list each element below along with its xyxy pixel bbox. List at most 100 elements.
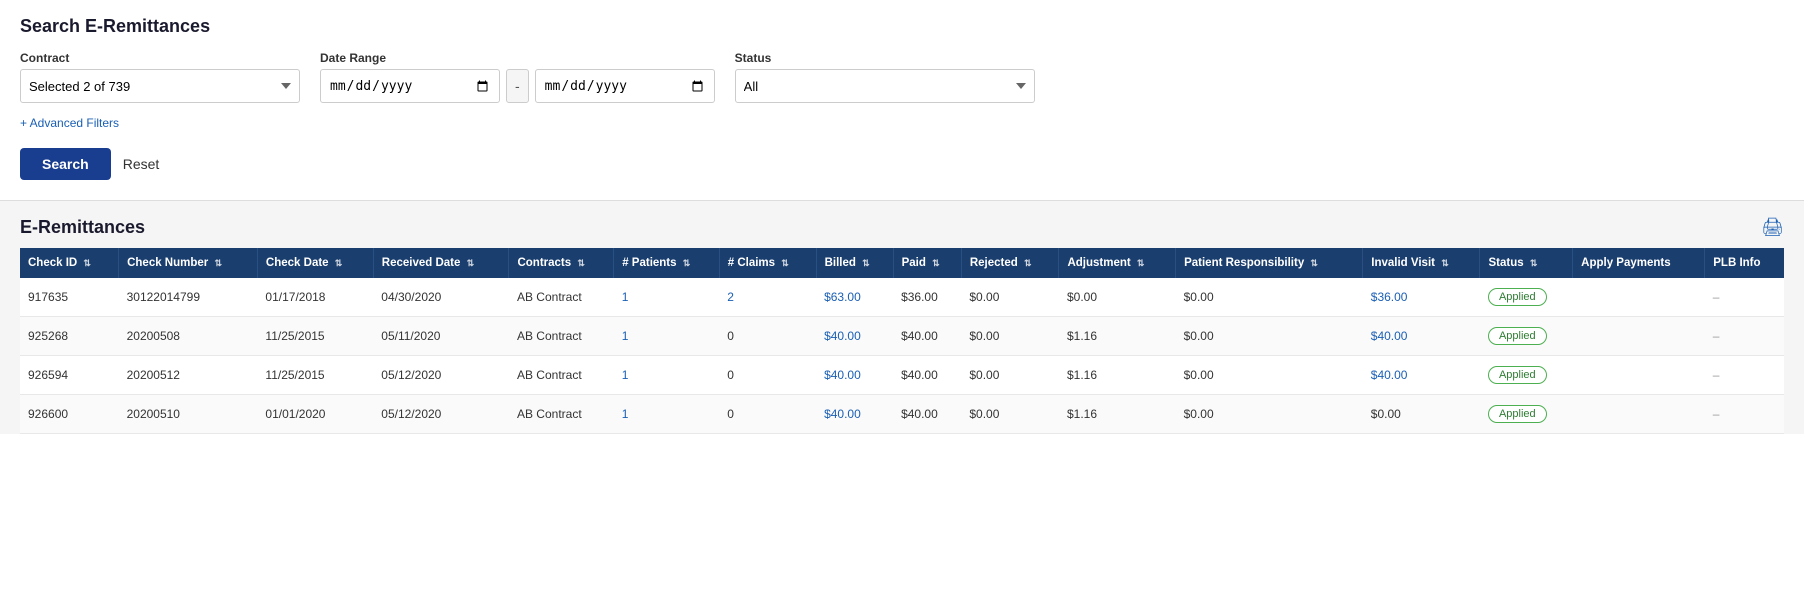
contract-group: Contract Selected 2 of 739: [20, 51, 300, 103]
cell-billed: $40.00: [816, 317, 893, 356]
col-plb-info: PLB Info: [1705, 248, 1784, 278]
search-title: Search E-Remittances: [20, 16, 1784, 37]
date-inputs: -: [320, 69, 715, 103]
cell-status: Applied: [1480, 395, 1573, 434]
cell-apply-payments: [1573, 395, 1705, 434]
cell-check-id: 926594: [20, 356, 119, 395]
cell-received-date: 05/12/2020: [373, 395, 509, 434]
cell-paid: $40.00: [893, 356, 961, 395]
cell-invalid-visit: $36.00: [1363, 278, 1480, 317]
button-row: Search Reset: [20, 148, 1784, 180]
col-check-id[interactable]: Check ID ⇅: [20, 248, 119, 278]
billed-link[interactable]: $40.00: [824, 329, 861, 343]
cell-billed: $40.00: [816, 356, 893, 395]
cell-check-date: 01/01/2020: [257, 395, 373, 434]
table-section: E-Remittances 🖨 Check ID ⇅ Check Number …: [0, 201, 1804, 434]
patients-link[interactable]: 1: [622, 290, 629, 304]
billed-link[interactable]: $63.00: [824, 290, 861, 304]
date-to-input[interactable]: [535, 69, 715, 103]
reset-button[interactable]: Reset: [123, 156, 160, 172]
status-select[interactable]: AllAppliedUnapplied: [735, 69, 1035, 103]
cell-check-date: 11/25/2015: [257, 356, 373, 395]
table-body: 917635 30122014799 01/17/2018 04/30/2020…: [20, 278, 1784, 434]
status-group: Status AllAppliedUnapplied: [735, 51, 1035, 103]
table-row: 917635 30122014799 01/17/2018 04/30/2020…: [20, 278, 1784, 317]
status-badge: Applied: [1488, 327, 1547, 345]
cell-check-number: 20200510: [119, 395, 258, 434]
cell-plb-info: –: [1705, 395, 1784, 434]
cell-received-date: 05/11/2020: [373, 317, 509, 356]
cell-status: Applied: [1480, 356, 1573, 395]
col-num-patients[interactable]: # Patients ⇅: [614, 248, 720, 278]
cell-check-number: 20200512: [119, 356, 258, 395]
cell-invalid-visit: $40.00: [1363, 356, 1480, 395]
cell-paid: $40.00: [893, 317, 961, 356]
contract-select[interactable]: Selected 2 of 739: [20, 69, 300, 103]
cell-contracts: AB Contract: [509, 278, 614, 317]
status-label: Status: [735, 51, 1035, 65]
patients-link[interactable]: 1: [622, 329, 629, 343]
col-num-claims[interactable]: # Claims ⇅: [719, 248, 816, 278]
col-check-number[interactable]: Check Number ⇅: [119, 248, 258, 278]
status-badge: Applied: [1488, 366, 1547, 384]
cell-check-number: 20200508: [119, 317, 258, 356]
cell-adjustment: $1.16: [1059, 356, 1176, 395]
patients-link[interactable]: 1: [622, 407, 629, 421]
cell-apply-payments: [1573, 317, 1705, 356]
claims-link[interactable]: 2: [727, 290, 734, 304]
col-rejected[interactable]: Rejected ⇅: [961, 248, 1059, 278]
col-status[interactable]: Status ⇅: [1480, 248, 1573, 278]
invalid-visit-link[interactable]: $36.00: [1371, 290, 1408, 304]
cell-num-claims: 0: [719, 395, 816, 434]
invalid-visit-link[interactable]: $40.00: [1371, 368, 1408, 382]
cell-patient-responsibility: $0.00: [1176, 278, 1363, 317]
date-from-input[interactable]: [320, 69, 500, 103]
billed-link[interactable]: $40.00: [824, 368, 861, 382]
cell-num-patients: 1: [614, 395, 720, 434]
col-received-date[interactable]: Received Date ⇅: [373, 248, 509, 278]
col-patient-responsibility[interactable]: Patient Responsibility ⇅: [1176, 248, 1363, 278]
cell-check-id: 926600: [20, 395, 119, 434]
table-header-row: E-Remittances 🖨: [20, 217, 1784, 238]
cell-contracts: AB Contract: [509, 395, 614, 434]
status-badge: Applied: [1488, 405, 1547, 423]
col-contracts[interactable]: Contracts ⇅: [509, 248, 614, 278]
status-badge: Applied: [1488, 288, 1547, 306]
cell-adjustment: $1.16: [1059, 317, 1176, 356]
billed-link[interactable]: $40.00: [824, 407, 861, 421]
cell-contracts: AB Contract: [509, 317, 614, 356]
cell-billed: $40.00: [816, 395, 893, 434]
cell-plb-info: –: [1705, 356, 1784, 395]
advanced-filters-link[interactable]: + Advanced Filters: [20, 116, 119, 130]
cell-plb-info: –: [1705, 278, 1784, 317]
filter-row: Contract Selected 2 of 739 Date Range - …: [20, 51, 1784, 103]
col-paid[interactable]: Paid ⇅: [893, 248, 961, 278]
print-icon[interactable]: 🖨: [1761, 217, 1784, 238]
col-apply-payments: Apply Payments: [1573, 248, 1705, 278]
col-billed[interactable]: Billed ⇅: [816, 248, 893, 278]
cell-paid: $40.00: [893, 395, 961, 434]
date-range-label: Date Range: [320, 51, 715, 65]
cell-num-patients: 1: [614, 356, 720, 395]
cell-num-claims: 0: [719, 356, 816, 395]
cell-check-id: 917635: [20, 278, 119, 317]
cell-status: Applied: [1480, 317, 1573, 356]
col-check-date[interactable]: Check Date ⇅: [257, 248, 373, 278]
cell-num-patients: 1: [614, 317, 720, 356]
cell-rejected: $0.00: [961, 278, 1059, 317]
table-title: E-Remittances: [20, 217, 145, 238]
invalid-visit-link[interactable]: $40.00: [1371, 329, 1408, 343]
cell-received-date: 04/30/2020: [373, 278, 509, 317]
cell-check-number: 30122014799: [119, 278, 258, 317]
cell-rejected: $0.00: [961, 395, 1059, 434]
cell-adjustment: $1.16: [1059, 395, 1176, 434]
cell-apply-payments: [1573, 278, 1705, 317]
col-invalid-visit[interactable]: Invalid Visit ⇅: [1363, 248, 1480, 278]
search-button[interactable]: Search: [20, 148, 111, 180]
table-header-row-columns: Check ID ⇅ Check Number ⇅ Check Date ⇅ R…: [20, 248, 1784, 278]
cell-rejected: $0.00: [961, 356, 1059, 395]
cell-status: Applied: [1480, 278, 1573, 317]
col-adjustment[interactable]: Adjustment ⇅: [1059, 248, 1176, 278]
patients-link[interactable]: 1: [622, 368, 629, 382]
cell-num-claims: 2: [719, 278, 816, 317]
